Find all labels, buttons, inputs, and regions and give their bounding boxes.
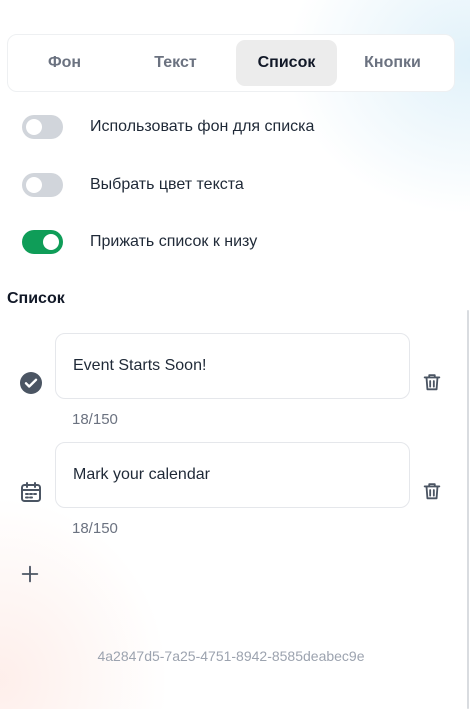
- text-color-switch[interactable]: [22, 173, 63, 197]
- list-item-input[interactable]: Event Starts Soon!: [55, 333, 410, 399]
- tab-buttons[interactable]: Кнопки: [337, 40, 448, 86]
- trash-icon[interactable]: [421, 480, 443, 502]
- toggle-row-text-color: Выбрать цвет текста: [22, 171, 244, 199]
- tab-text[interactable]: Текст: [115, 40, 236, 86]
- stick-to-bottom-switch[interactable]: [22, 230, 63, 254]
- switch-knob: [26, 177, 42, 193]
- tab-list[interactable]: Список: [235, 40, 338, 86]
- add-item-icon[interactable]: [19, 563, 41, 585]
- toggle-row-list-background: Использовать фон для списка: [22, 113, 314, 141]
- char-counter: 18/150: [72, 411, 118, 428]
- trash-icon[interactable]: [421, 371, 443, 393]
- char-counter: 18/150: [72, 520, 118, 537]
- tab-background[interactable]: Фон: [14, 40, 115, 86]
- item-uuid: 4a2847d5-7a25-4751-8942-8585deabec9e: [97, 648, 365, 664]
- toggle-label: Использовать фон для списка: [90, 118, 315, 135]
- scrollbar[interactable]: [467, 310, 469, 709]
- switch-knob: [43, 234, 59, 250]
- toggle-label: Выбрать цвет текста: [90, 176, 244, 193]
- tab-bar: Фон Текст Список Кнопки: [7, 34, 455, 92]
- list-item-input[interactable]: Mark your calendar: [55, 442, 410, 508]
- calendar-icon[interactable]: [19, 480, 43, 504]
- toggle-label: Прижать список к низу: [90, 233, 258, 250]
- switch-knob: [26, 119, 42, 135]
- toggle-row-stick-bottom: Прижать список к низу: [22, 228, 257, 256]
- list-settings-panel: Фон Текст Список Кнопки Использовать фон…: [0, 0, 470, 709]
- list-item-text: Event Starts Soon!: [73, 357, 207, 374]
- section-title: Список: [7, 290, 65, 307]
- check-circle-icon[interactable]: [19, 371, 43, 395]
- list-background-switch[interactable]: [22, 115, 63, 139]
- list-item-text: Mark your calendar: [73, 466, 210, 483]
